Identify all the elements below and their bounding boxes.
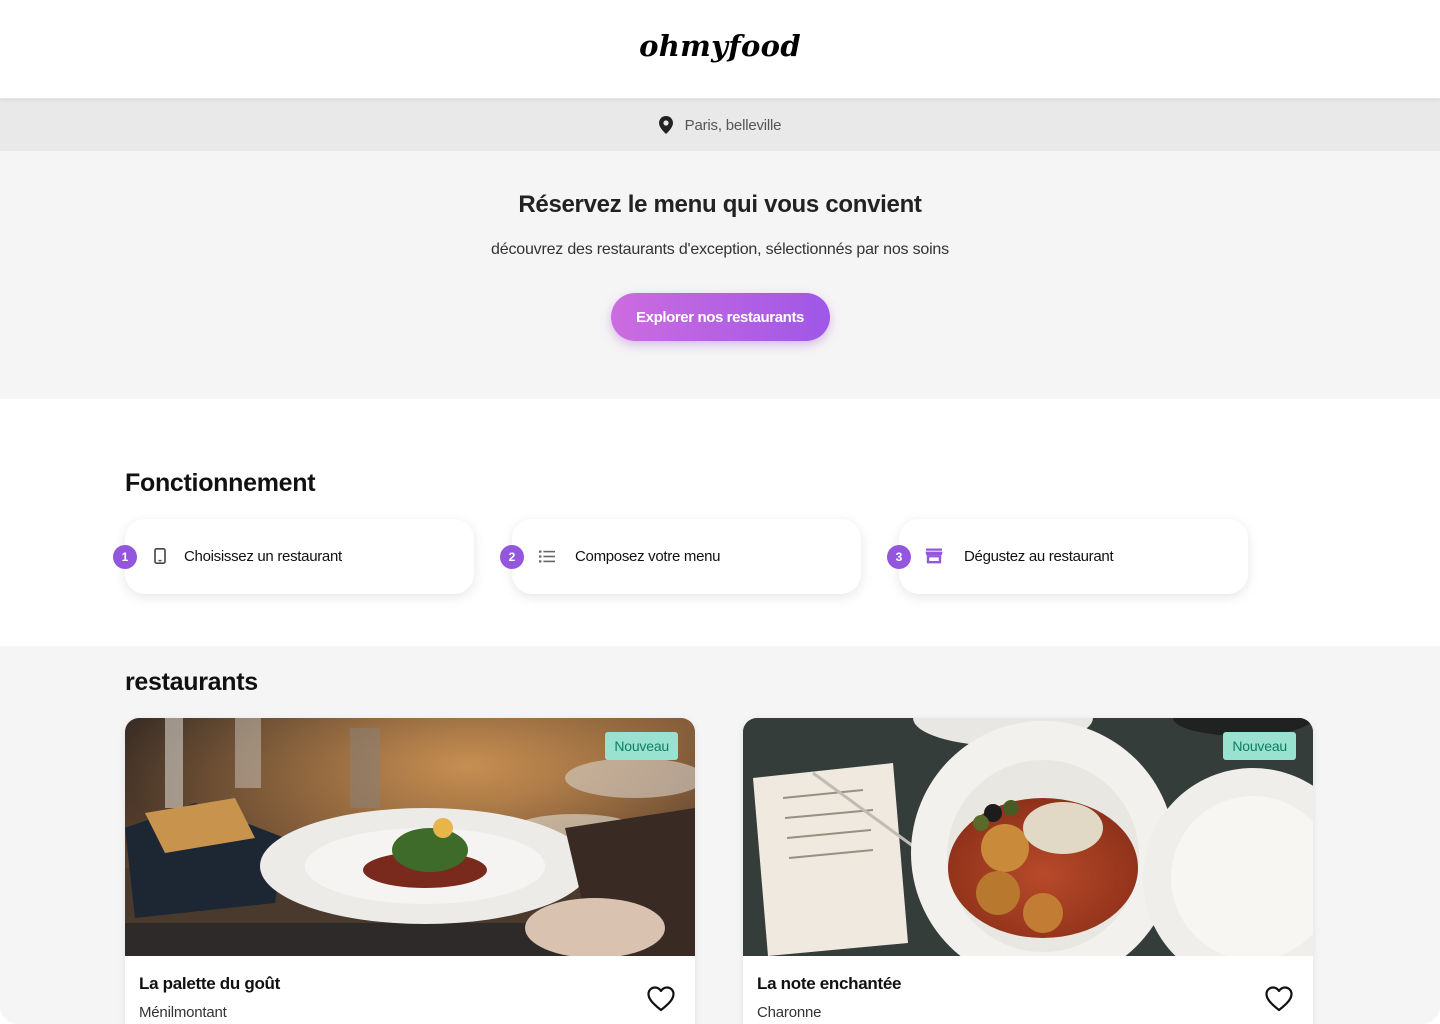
- section-title-restaurants: restaurants: [125, 668, 258, 696]
- location-text: Paris, belleville: [684, 116, 782, 134]
- hero-subtitle: découvrez des restaurants d'exception, s…: [491, 241, 949, 258]
- step-card-1: 1 Choisissez un restaurant: [113, 519, 474, 594]
- new-badge: Nouveau: [1223, 732, 1296, 760]
- phone-icon: [151, 547, 169, 565]
- page: ohmyfood Paris, belleville Réservez le m…: [0, 0, 1440, 1024]
- location-bar[interactable]: Paris, belleville: [0, 99, 1440, 151]
- restaurant-card-1[interactable]: Nouveau La palette du goût Ménilmontant: [125, 718, 695, 1024]
- store-icon: [925, 547, 943, 565]
- step-label: Dégustez au restaurant: [964, 548, 1114, 565]
- restaurant-card-2[interactable]: Nouveau La note enchantée Charonne: [743, 718, 1313, 1024]
- step-label: Composez votre menu: [575, 548, 721, 565]
- how-it-works-section: Fonctionnement 1 Choisissez un restauran…: [0, 399, 1440, 646]
- restaurant-list: Nouveau La palette du goût Ménilmontant: [125, 718, 1313, 1024]
- restaurant-location: Charonne: [757, 1004, 822, 1021]
- step-card-3: 3 Dégustez au restaurant: [887, 519, 1248, 594]
- restaurant-location: Ménilmontant: [139, 1004, 227, 1021]
- restaurants-section: restaurants Nouveau La palette du goût M…: [0, 646, 1440, 1024]
- step-number: 1: [113, 545, 137, 569]
- site-header: ohmyfood: [0, 0, 1440, 99]
- step-label: Choisissez un restaurant: [184, 548, 342, 565]
- list-icon: [538, 547, 556, 565]
- restaurant-photo: Nouveau: [125, 718, 695, 956]
- heart-icon[interactable]: [647, 986, 675, 1012]
- new-badge: Nouveau: [605, 732, 678, 760]
- restaurant-name: La palette du goût: [139, 974, 280, 993]
- step-card-2: 2 Composez votre menu: [500, 519, 861, 594]
- location-pin-icon: [658, 116, 673, 134]
- restaurant-name: La note enchantée: [757, 974, 902, 993]
- hero-title: Réservez le menu qui vous convient: [518, 191, 922, 218]
- hero-section: Réservez le menu qui vous convient décou…: [0, 151, 1440, 399]
- step-number: 2: [500, 545, 524, 569]
- explore-restaurants-button[interactable]: Explorer nos restaurants: [610, 293, 830, 341]
- steps-list: 1 Choisissez un restaurant 2 Composez vo…: [113, 519, 1248, 594]
- logo[interactable]: ohmyfood: [639, 29, 801, 63]
- step-number: 3: [887, 545, 911, 569]
- restaurant-photo: Nouveau: [743, 718, 1313, 956]
- heart-icon[interactable]: [1265, 986, 1293, 1012]
- section-title-fonctionnement: Fonctionnement: [125, 469, 316, 497]
